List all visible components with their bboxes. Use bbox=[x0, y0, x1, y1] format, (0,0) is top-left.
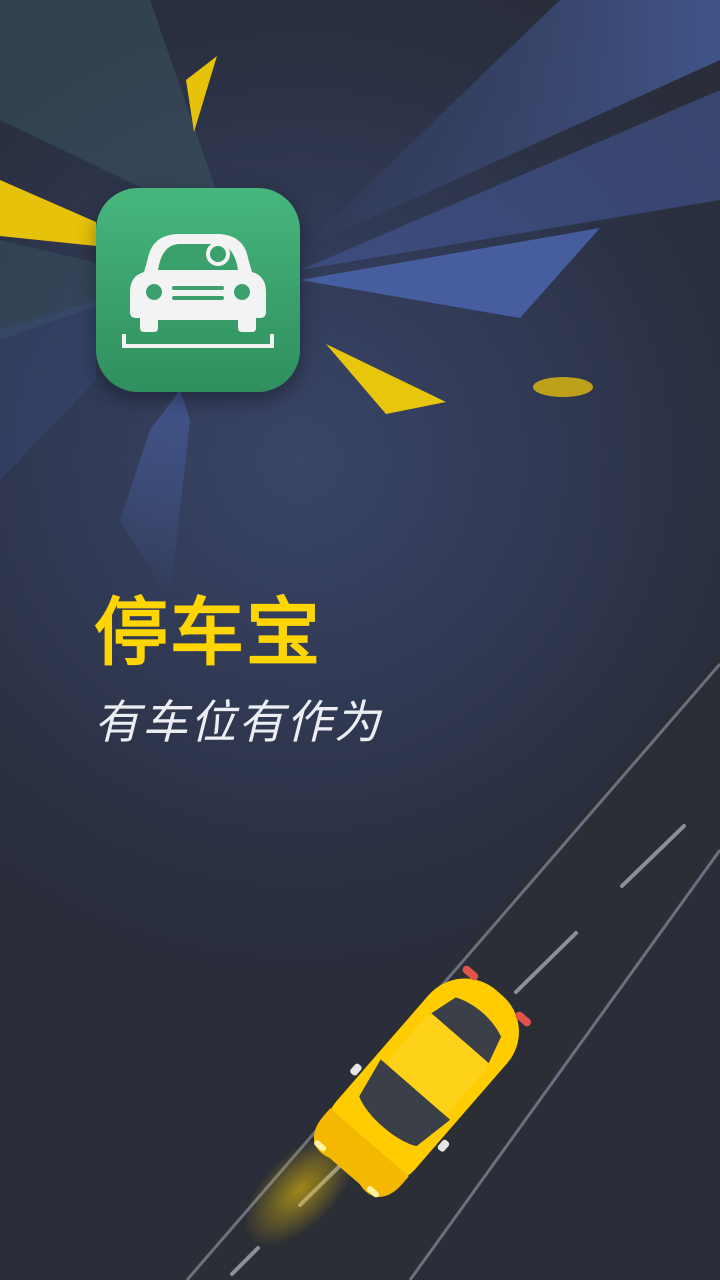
light-ray bbox=[120, 390, 190, 600]
app-slogan: 有车位有作为 bbox=[94, 695, 382, 749]
confetti-shard bbox=[326, 344, 446, 414]
confetti-shard bbox=[0, 180, 96, 246]
light-ray bbox=[0, 300, 96, 480]
confetti-shard bbox=[533, 377, 593, 397]
splash-screen: 停车宝 有车位有作为 bbox=[0, 0, 720, 1280]
app-title: 停车宝 bbox=[94, 590, 322, 676]
car-parking-icon bbox=[122, 234, 274, 348]
app-logo bbox=[96, 188, 300, 392]
